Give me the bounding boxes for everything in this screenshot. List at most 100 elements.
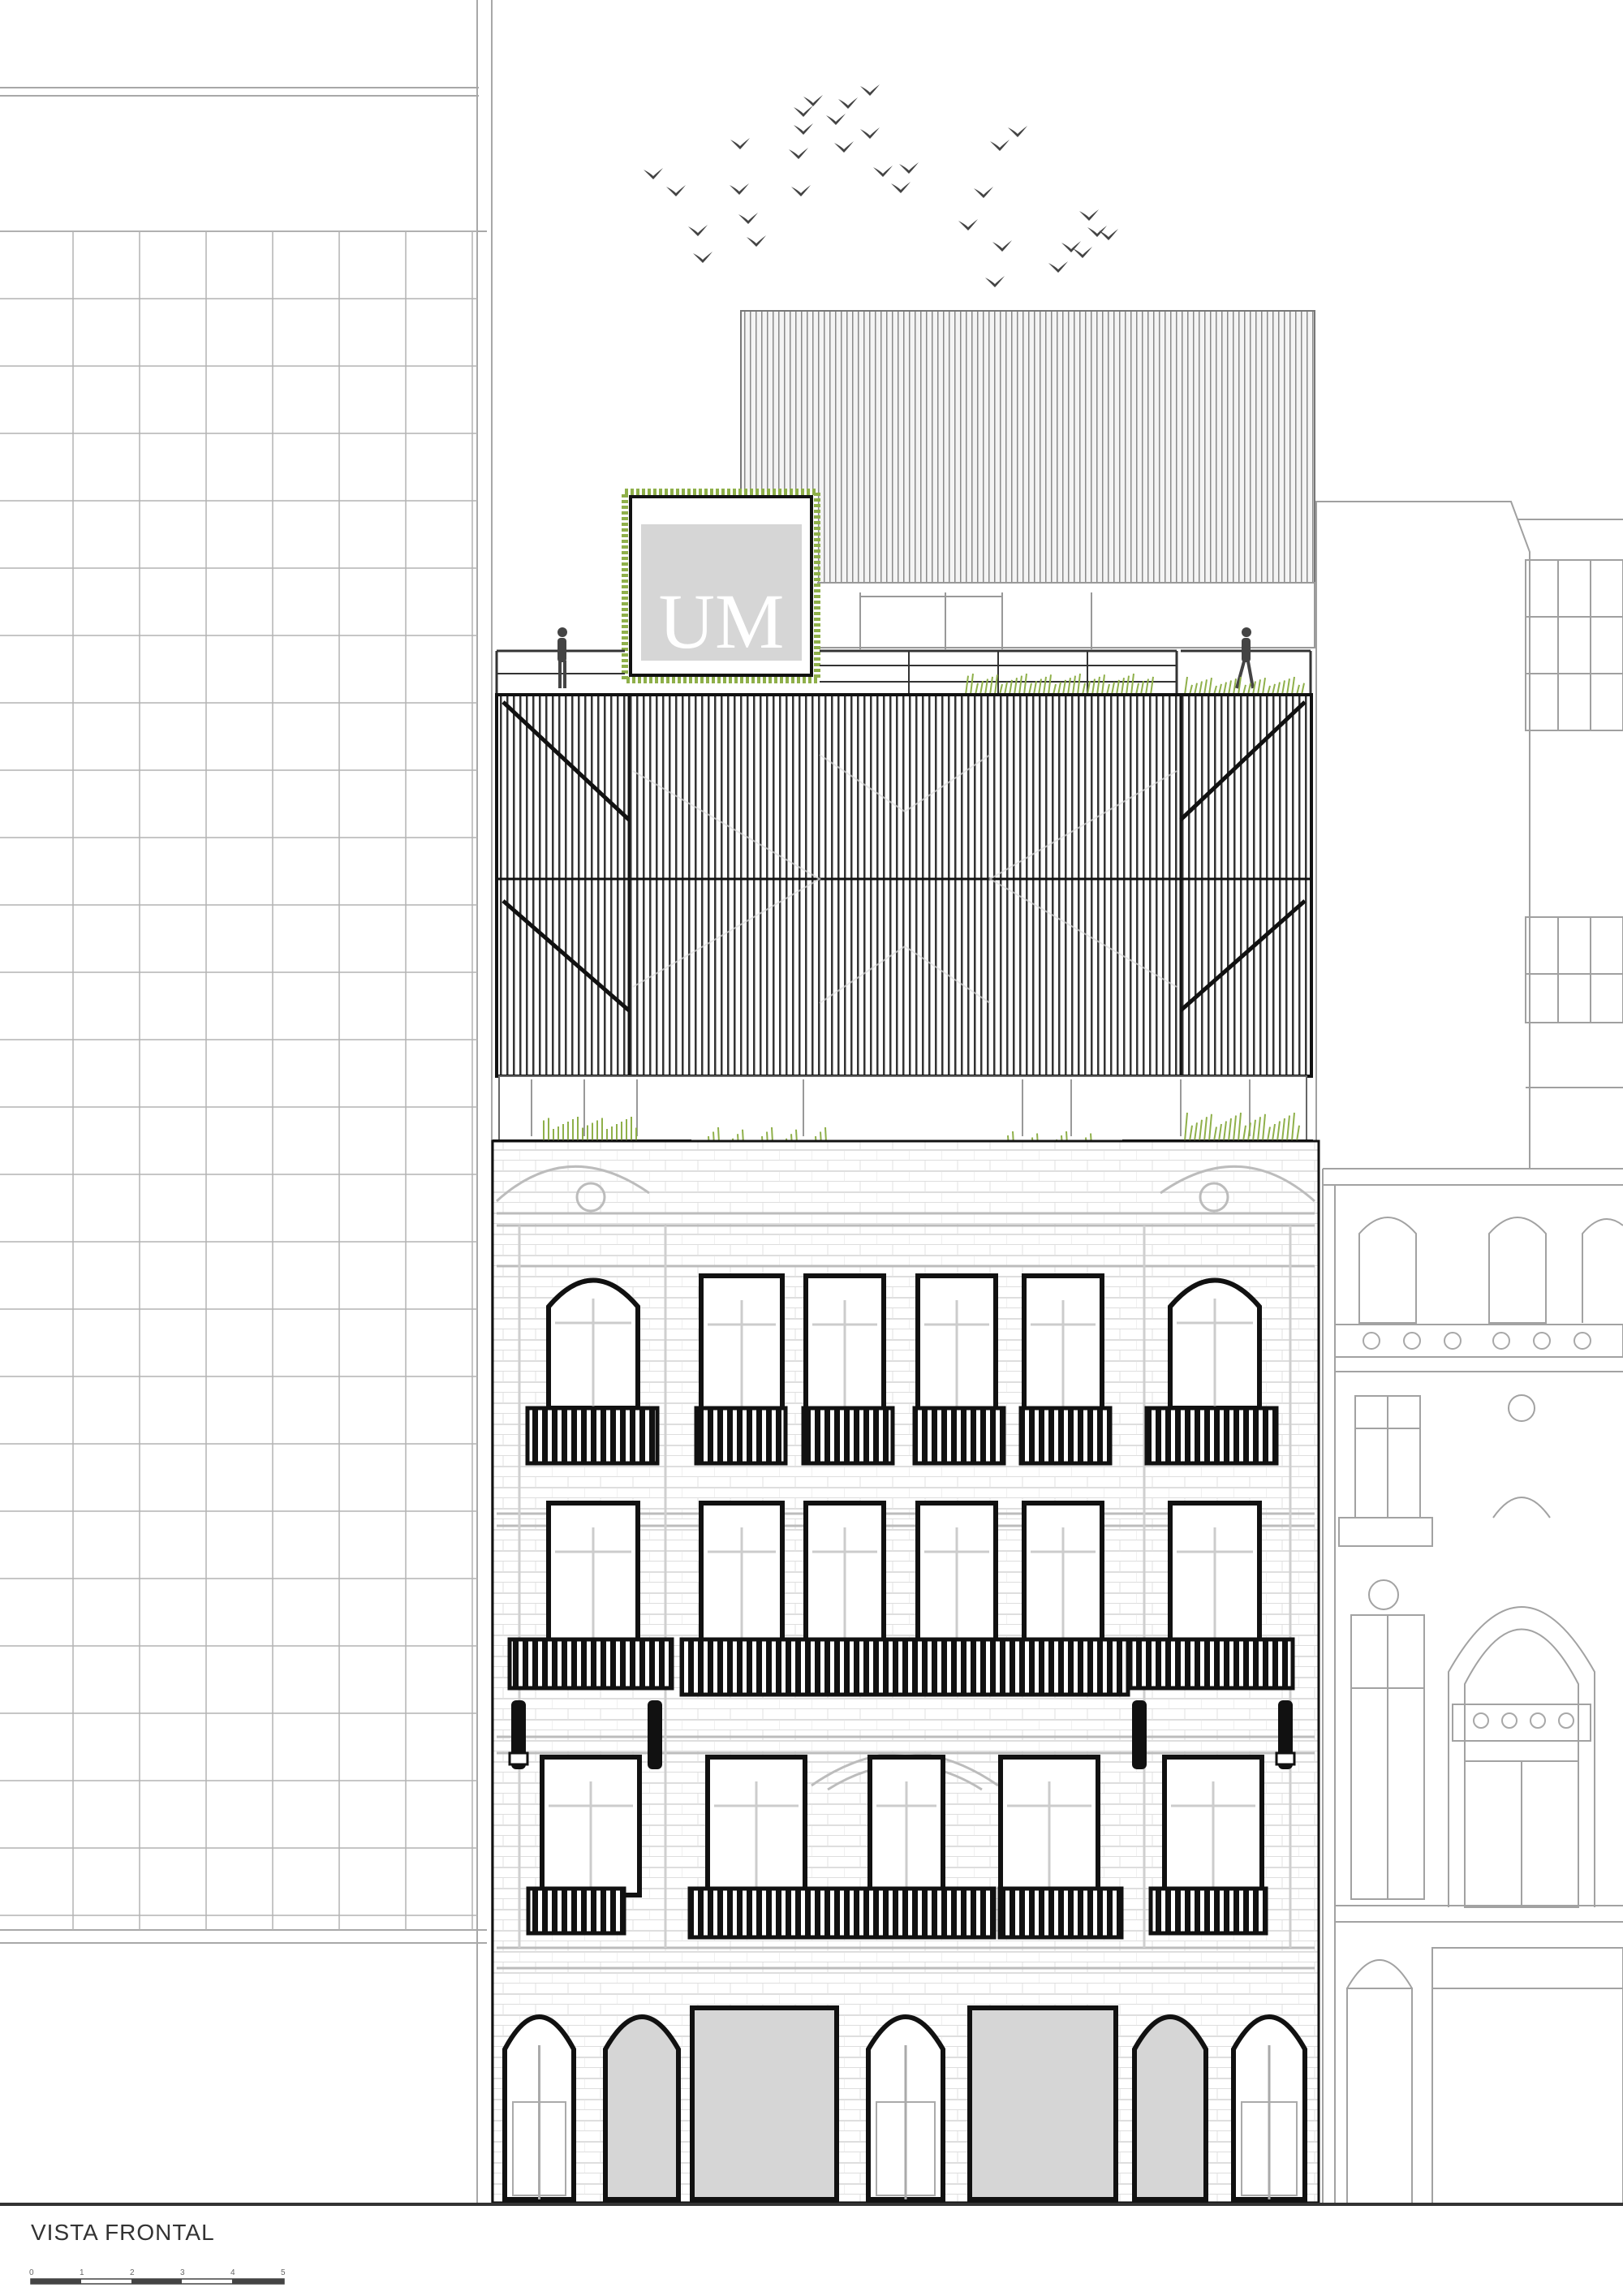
bird-silhouette xyxy=(899,162,919,174)
facade-window xyxy=(699,1501,785,1643)
facade-window xyxy=(803,1501,886,1643)
grass-blade xyxy=(975,683,979,696)
grass-blade xyxy=(979,680,984,696)
bird-silhouette xyxy=(644,168,663,179)
grass-blade xyxy=(1276,682,1281,696)
grass-blade xyxy=(994,674,998,696)
grass-blade xyxy=(1004,682,1008,696)
person-figure-left xyxy=(558,627,567,688)
facade-window xyxy=(1168,1277,1262,1411)
grass-blade xyxy=(1140,680,1144,696)
bird-silhouette xyxy=(985,276,1005,287)
bird-silhouette xyxy=(688,225,708,236)
bird-silhouette xyxy=(1008,126,1027,137)
frontal-elevation-drawing: UM xyxy=(0,0,1623,2285)
balcony-railing xyxy=(1144,1406,1279,1466)
grass-blade xyxy=(1291,676,1295,696)
bird-silhouette xyxy=(794,123,813,135)
grass-blade xyxy=(1111,682,1115,696)
bird-silhouette xyxy=(789,148,808,159)
grass-blade xyxy=(1208,677,1212,696)
grass-blade xyxy=(1247,683,1251,696)
facade-window xyxy=(1162,1755,1264,1898)
balcony-railing xyxy=(694,1406,788,1466)
balcony-railing xyxy=(679,1637,1130,1697)
slatted-facade-extension xyxy=(495,693,1313,1078)
right-modern-building xyxy=(1315,501,1623,1169)
left-glass-tower xyxy=(0,0,493,2203)
bird-silhouette xyxy=(730,138,750,149)
bird-silhouette xyxy=(838,97,858,109)
bird-silhouette xyxy=(860,127,880,139)
scale-tick-5: 5 xyxy=(281,2268,286,2277)
grass-blade xyxy=(1028,683,1032,696)
bird-silhouette xyxy=(1061,241,1081,252)
bird-silhouette xyxy=(860,84,880,96)
scale-bar xyxy=(30,2278,285,2285)
scale-tick-1: 1 xyxy=(80,2268,84,2277)
facade-window xyxy=(540,1755,642,1898)
grass-blade xyxy=(1082,683,1086,696)
ground-floor-openings xyxy=(502,2005,1307,2202)
balcony-railing xyxy=(801,1406,895,1466)
bird-silhouette xyxy=(992,240,1012,252)
bird-silhouette xyxy=(791,185,811,196)
facade-window xyxy=(915,1273,998,1412)
bird-silhouette xyxy=(1079,209,1099,221)
bird-flock xyxy=(644,84,1118,287)
grass-blade xyxy=(1184,676,1188,696)
balcony-railing xyxy=(525,1406,660,1466)
grass-blade xyxy=(1014,678,1018,696)
bird-silhouette xyxy=(693,252,712,263)
bird-silhouette xyxy=(747,235,766,247)
facade-window xyxy=(546,1277,640,1411)
um-sign-box: UM xyxy=(622,489,820,683)
grass-blade xyxy=(1223,682,1227,696)
garage-door xyxy=(967,2005,1118,2202)
grass-blade xyxy=(1096,676,1100,696)
grass-blade xyxy=(1077,673,1081,696)
facade-window xyxy=(803,1273,886,1412)
bird-silhouette xyxy=(1073,247,1092,258)
grass-blade xyxy=(1130,673,1134,696)
facade-window xyxy=(915,1501,998,1643)
bird-silhouette xyxy=(974,187,993,198)
bird-silhouette xyxy=(803,95,823,106)
balcony-railing xyxy=(912,1406,1006,1466)
grass-blade xyxy=(1257,679,1261,696)
grass-blade xyxy=(1018,675,1022,696)
scale-tick-2: 2 xyxy=(130,2268,135,2277)
bird-silhouette xyxy=(826,114,846,125)
balcony-railing xyxy=(1148,1886,1268,1936)
balcony-railing xyxy=(997,1886,1124,1940)
grass-blade xyxy=(1286,678,1290,696)
garage-door xyxy=(690,2005,839,2202)
facade-window xyxy=(1022,1501,1104,1643)
facade-window xyxy=(705,1755,807,1898)
grass-blade xyxy=(965,675,969,696)
facade-window xyxy=(546,1501,640,1643)
bird-silhouette xyxy=(834,141,854,153)
drawing-title: VISTA FRONTAL xyxy=(31,2220,215,2245)
grass-blade xyxy=(1203,679,1208,696)
grass-blade xyxy=(1057,682,1061,696)
bird-silhouette xyxy=(794,106,813,117)
historic-facade xyxy=(491,1139,1320,2204)
grass-blade xyxy=(1194,683,1198,696)
grass-blade xyxy=(1043,676,1047,696)
facade-window xyxy=(699,1273,785,1412)
grass-blade xyxy=(1281,680,1285,696)
grass-blade xyxy=(1121,678,1125,696)
grass-blade xyxy=(1228,680,1232,696)
grass-blade xyxy=(1023,673,1027,696)
grass-blade xyxy=(970,673,974,696)
right-classic-building xyxy=(1322,1168,1623,2204)
grass-blade xyxy=(989,676,993,696)
arched-opening xyxy=(603,2014,681,2202)
um-sign-text: UM xyxy=(659,578,785,665)
bird-silhouette xyxy=(873,166,893,177)
bird-silhouette xyxy=(990,140,1010,151)
facade-window xyxy=(867,1755,945,1898)
balcony-railing xyxy=(1018,1406,1113,1466)
bird-silhouette xyxy=(958,219,978,230)
